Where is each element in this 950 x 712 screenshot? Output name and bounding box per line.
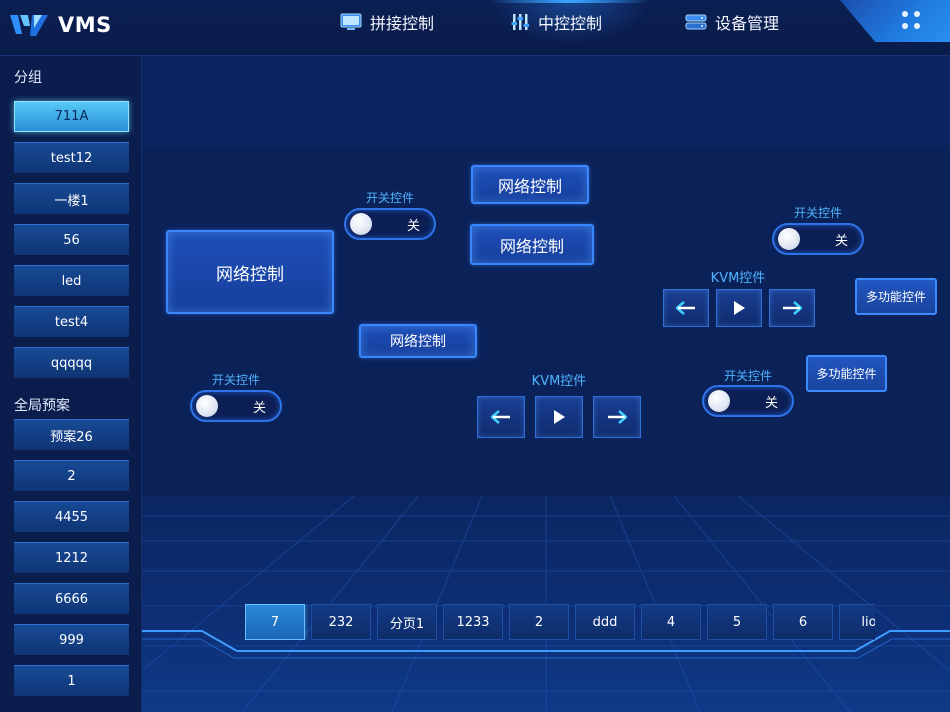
preset-section-title: 全局预案 [14,398,70,414]
preset-item[interactable]: 预案26 [14,419,129,450]
network-control-button[interactable]: 网络控制 [166,230,334,314]
page-tab[interactable]: 5 [707,604,767,640]
play-icon [554,410,565,424]
kvm-label: KVM控件 [531,374,587,389]
page-tab[interactable]: 232 [311,604,371,640]
preset-item[interactable]: 999 [14,624,129,655]
preset-item[interactable]: 1 [14,665,129,696]
switch-state: 关 [406,219,420,234]
arrow-right-icon [608,410,628,424]
page-tab[interactable]: 6 [773,604,833,640]
preset-item[interactable]: 4455 [14,501,129,532]
apps-menu-icon[interactable] [902,11,920,29]
switch-label: 开关控件 [793,206,842,220]
vms-logo-icon [10,15,48,36]
switch-knob [350,213,372,235]
app-logo: VMS [10,12,112,38]
kvm-play-button[interactable] [535,396,583,438]
nav-splice-control[interactable]: 拼接控制 [320,0,480,44]
kvm-play-button[interactable] [716,289,762,327]
kvm-right-button[interactable] [593,396,641,438]
switch-knob [196,395,218,417]
group-section-title: 分组 [14,70,42,86]
menu-corner [840,0,950,42]
kvm-left-button[interactable] [663,289,709,327]
group-item[interactable]: 711A [14,101,129,132]
sidebar: 分组 711A test12 一楼1 56 led test4 qqqqq 全局… [0,56,142,712]
preset-item[interactable]: 6666 [14,583,129,614]
switch-label: 开关控件 [211,373,260,387]
group-item[interactable]: led [14,265,129,296]
nav-label: 拼接控制 [370,14,435,33]
switch-toggle[interactable]: 关 [344,208,436,240]
preset-item[interactable]: 1212 [14,542,129,573]
page-tab[interactable]: 1233 [443,604,503,640]
nav-label: 设备管理 [715,14,780,33]
kvm-left-button[interactable] [477,396,525,438]
switch-state: 关 [764,396,778,411]
page-tab[interactable]: lio [839,604,875,640]
switch-knob [778,228,800,250]
preset-item[interactable]: 2 [14,460,129,491]
network-control-button[interactable]: 网络控制 [359,324,477,358]
switch-toggle[interactable]: 关 [702,385,794,417]
group-item[interactable]: 一楼1 [14,183,129,214]
nav-device-management[interactable]: 设备管理 [660,0,820,44]
kvm-label: KVM控件 [710,271,766,286]
control-header-band [142,56,950,146]
switch-toggle[interactable]: 关 [772,223,864,255]
group-item[interactable]: 56 [14,224,129,255]
monitor-icon [340,13,362,30]
multi-function-button[interactable]: 多功能控件 [806,355,887,392]
group-item[interactable]: test4 [14,306,129,337]
main-nav: 拼接控制 中控控制 设备管理 [320,0,820,56]
kvm-right-button[interactable] [769,289,815,327]
switch-knob [708,390,730,412]
switch-label: 开关控件 [723,369,772,383]
page-tab[interactable]: 2 [509,604,569,640]
switch-toggle[interactable]: 关 [190,390,282,422]
page-tab[interactable]: 7 [245,604,305,640]
switch-label: 开关控件 [365,191,414,205]
sliders-icon [511,14,529,30]
top-bar: VMS 拼接控制 中控控制 设备管理 [0,0,950,56]
switch-state: 关 [834,234,848,249]
app-name: VMS [58,13,112,37]
network-control-button[interactable]: 网络控制 [471,165,589,204]
group-item[interactable]: qqqqq [14,347,129,378]
network-control-button[interactable]: 网络控制 [470,224,594,265]
nav-label: 中控控制 [538,14,603,33]
page-tab[interactable]: 分页1 [377,604,437,640]
nav-central-control[interactable]: 中控控制 [490,0,650,44]
page-tab[interactable]: ddd [575,604,635,640]
page-tabs: 7 232 分页1 1233 2 ddd 4 5 6 lio [245,604,875,640]
arrow-left-icon [490,410,510,424]
switch-state: 关 [252,401,266,416]
group-item[interactable]: test12 [14,142,129,173]
arrow-left-icon [675,301,695,315]
server-icon [685,14,707,30]
page-tab[interactable]: 4 [641,604,701,640]
arrow-right-icon [783,301,803,315]
play-icon [734,301,745,315]
multi-function-button[interactable]: 多功能控件 [855,278,937,315]
